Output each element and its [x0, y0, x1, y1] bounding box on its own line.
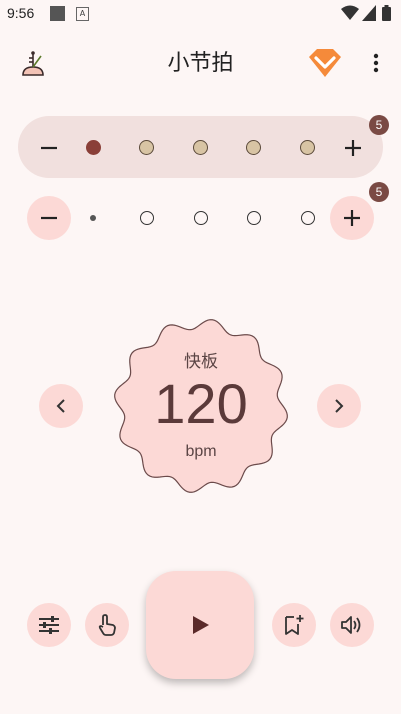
tap-icon — [98, 614, 116, 636]
settings-button[interactable] — [27, 603, 71, 647]
accent-beat-4[interactable] — [246, 140, 261, 155]
subdivision-increase-button[interactable] — [330, 196, 374, 240]
chevron-right-icon — [335, 399, 344, 413]
subdivision-beat-3[interactable] — [194, 211, 208, 225]
battery-icon — [382, 5, 391, 21]
tempo-next-button[interactable] — [317, 384, 361, 428]
save-preset-button[interactable] — [272, 603, 316, 647]
premium-button[interactable] — [305, 45, 345, 81]
signal-icon — [362, 5, 376, 21]
accent-count-badge: 5 — [369, 115, 389, 135]
subdivision-count-badge: 5 — [369, 182, 389, 202]
tempo-unit: bpm — [185, 443, 217, 460]
subdivision-beat-5[interactable] — [301, 211, 315, 225]
bookmark-add-icon — [285, 615, 304, 635]
tempo-previous-button[interactable] — [39, 384, 83, 428]
accent-beat-2[interactable] — [139, 140, 154, 155]
sound-button[interactable] — [330, 603, 374, 647]
accent-beat-3[interactable] — [193, 140, 208, 155]
wifi-icon — [341, 5, 359, 20]
system-nav-bar — [0, 700, 401, 714]
more-vert-icon — [373, 53, 379, 73]
play-button[interactable] — [146, 571, 254, 679]
subdivision-beat-2[interactable] — [140, 211, 154, 225]
minus-icon — [41, 146, 57, 150]
notification-a-icon: A — [76, 7, 89, 21]
subdivision-beat-1[interactable] — [90, 215, 96, 221]
tempo-value[interactable]: 120 — [108, 371, 294, 436]
accent-decrease-button[interactable] — [34, 134, 64, 162]
tune-icon — [39, 616, 59, 634]
notification-square-icon — [50, 6, 65, 21]
accent-beat-5[interactable] — [300, 140, 315, 155]
accent-beat-1[interactable] — [86, 140, 101, 155]
subdivision-beat-4[interactable] — [247, 211, 261, 225]
volume-icon — [341, 616, 361, 634]
plus-icon — [344, 210, 360, 226]
more-options-button[interactable] — [364, 50, 388, 76]
tap-tempo-button[interactable] — [85, 603, 129, 647]
diamond-icon — [309, 49, 341, 77]
accent-increase-button[interactable] — [338, 134, 368, 162]
minus-icon — [41, 216, 57, 220]
subdivision-decrease-button[interactable] — [27, 196, 71, 240]
chevron-left-icon — [56, 399, 65, 413]
tempo-name: 快板 — [184, 352, 218, 372]
play-icon — [193, 616, 209, 634]
status-bar: 9:56 A — [0, 0, 401, 28]
plus-icon — [345, 140, 361, 156]
status-time: 9:56 — [7, 5, 35, 21]
